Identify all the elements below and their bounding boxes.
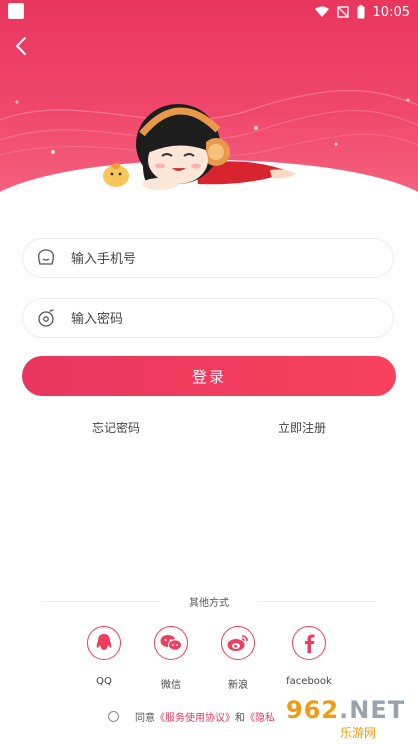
phone-icon bbox=[38, 249, 54, 265]
weibo-login[interactable]: 新浪 bbox=[198, 626, 278, 691]
weibo-label: 新浪 bbox=[228, 680, 248, 691]
login-button[interactable]: 登录 bbox=[22, 356, 396, 396]
phone-input[interactable] bbox=[69, 239, 383, 279]
qq-icon bbox=[96, 634, 112, 650]
back-button[interactable] bbox=[10, 34, 32, 58]
no-signal-icon bbox=[336, 6, 349, 18]
watermark-logo-suffix: .NET bbox=[339, 696, 406, 724]
weibo-button[interactable] bbox=[221, 626, 255, 660]
watermark-sub: 乐游网 bbox=[340, 726, 377, 740]
facebook-icon bbox=[305, 634, 315, 653]
privacy-link[interactable]: 《隐私 bbox=[245, 709, 275, 724]
lock-icon bbox=[38, 309, 54, 327]
chevron-left-icon bbox=[16, 37, 26, 55]
watermark-logo-main: 962 bbox=[286, 696, 340, 724]
terms-link[interactable]: 《服务使用协议》 bbox=[155, 709, 235, 724]
phone-field[interactable] bbox=[22, 238, 394, 279]
facebook-button[interactable] bbox=[292, 626, 326, 660]
battery-icon bbox=[357, 5, 365, 19]
mascot-illustration bbox=[103, 104, 296, 190]
facebook-login[interactable]: facebook bbox=[269, 626, 349, 687]
agree-radio[interactable] bbox=[108, 710, 119, 722]
password-input[interactable] bbox=[69, 299, 383, 339]
watermark-logo: 962.NET bbox=[286, 696, 405, 724]
status-bar: 10:05 bbox=[0, 0, 418, 24]
forgot-password-link[interactable]: 忘记密码 bbox=[92, 419, 140, 436]
wifi-icon bbox=[314, 6, 329, 17]
agree-text: 同意 bbox=[135, 712, 155, 724]
qq-button[interactable] bbox=[87, 626, 121, 660]
password-field[interactable] bbox=[22, 298, 394, 339]
wechat-icon bbox=[160, 635, 182, 651]
and-text: 和 bbox=[235, 712, 245, 724]
other-methods-title: 其他方式 bbox=[189, 598, 229, 609]
weibo-icon bbox=[227, 635, 248, 651]
watermark: 962.NET 乐游网 bbox=[282, 694, 418, 744]
facebook-label: facebook bbox=[286, 676, 332, 687]
agreement-row: 同意 《服务使用协议》 和 《隐私 bbox=[108, 708, 275, 724]
wechat-button[interactable] bbox=[154, 626, 188, 660]
notification-icon bbox=[8, 3, 24, 19]
register-link[interactable]: 立即注册 bbox=[278, 419, 326, 436]
status-time: 10:05 bbox=[372, 4, 410, 20]
